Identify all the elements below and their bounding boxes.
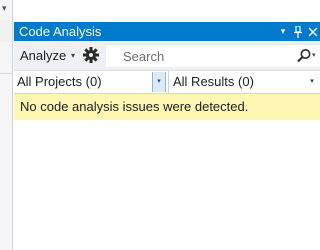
panel-title-bar[interactable]: Code Analysis ▾ bbox=[14, 22, 320, 41]
no-issues-message: No code analysis issues were detected. bbox=[20, 99, 249, 114]
info-message-bar: No code analysis issues were detected. bbox=[14, 94, 320, 120]
chevron-down-icon[interactable]: ▾ bbox=[306, 72, 318, 92]
search-options-chevron-icon[interactable]: ▾ bbox=[312, 51, 316, 59]
window-position-dropdown-icon[interactable]: ▾ bbox=[276, 23, 290, 40]
code-analysis-panel: Code Analysis ▾ Analyze ▾ Search ▾ All P… bbox=[14, 22, 320, 250]
search-box: ▾ bbox=[106, 44, 320, 67]
results-filter-dropdown[interactable]: All Results (0) ▾ bbox=[170, 71, 320, 93]
analyze-label: Analyze bbox=[20, 48, 67, 63]
search-icon[interactable] bbox=[296, 48, 312, 64]
search-input[interactable] bbox=[106, 45, 286, 67]
panel-title: Code Analysis bbox=[19, 24, 102, 39]
left-pane-header bbox=[0, 20, 12, 42]
chevron-down-icon[interactable]: ▾ bbox=[2, 4, 10, 13]
projects-filter-value: All Projects (0) bbox=[17, 74, 102, 89]
pin-icon[interactable] bbox=[291, 23, 305, 40]
divider bbox=[168, 71, 169, 93]
close-icon[interactable] bbox=[306, 23, 320, 40]
results-filter-value: All Results (0) bbox=[173, 74, 254, 89]
divider bbox=[0, 73, 12, 74]
analyze-dropdown-button[interactable]: Analyze ▾ bbox=[16, 45, 78, 66]
chevron-down-icon: ▾ bbox=[71, 51, 76, 60]
projects-filter-dropdown[interactable]: All Projects (0) ▾ bbox=[14, 71, 166, 93]
panel-toolbar: Analyze ▾ Search ▾ bbox=[14, 41, 320, 71]
gear-icon[interactable] bbox=[82, 46, 100, 64]
filter-row: All Projects (0) ▾ All Results (0) ▾ bbox=[14, 71, 320, 94]
left-pane-edge: ▾ bbox=[0, 0, 13, 250]
chevron-down-icon[interactable]: ▾ bbox=[152, 72, 166, 92]
